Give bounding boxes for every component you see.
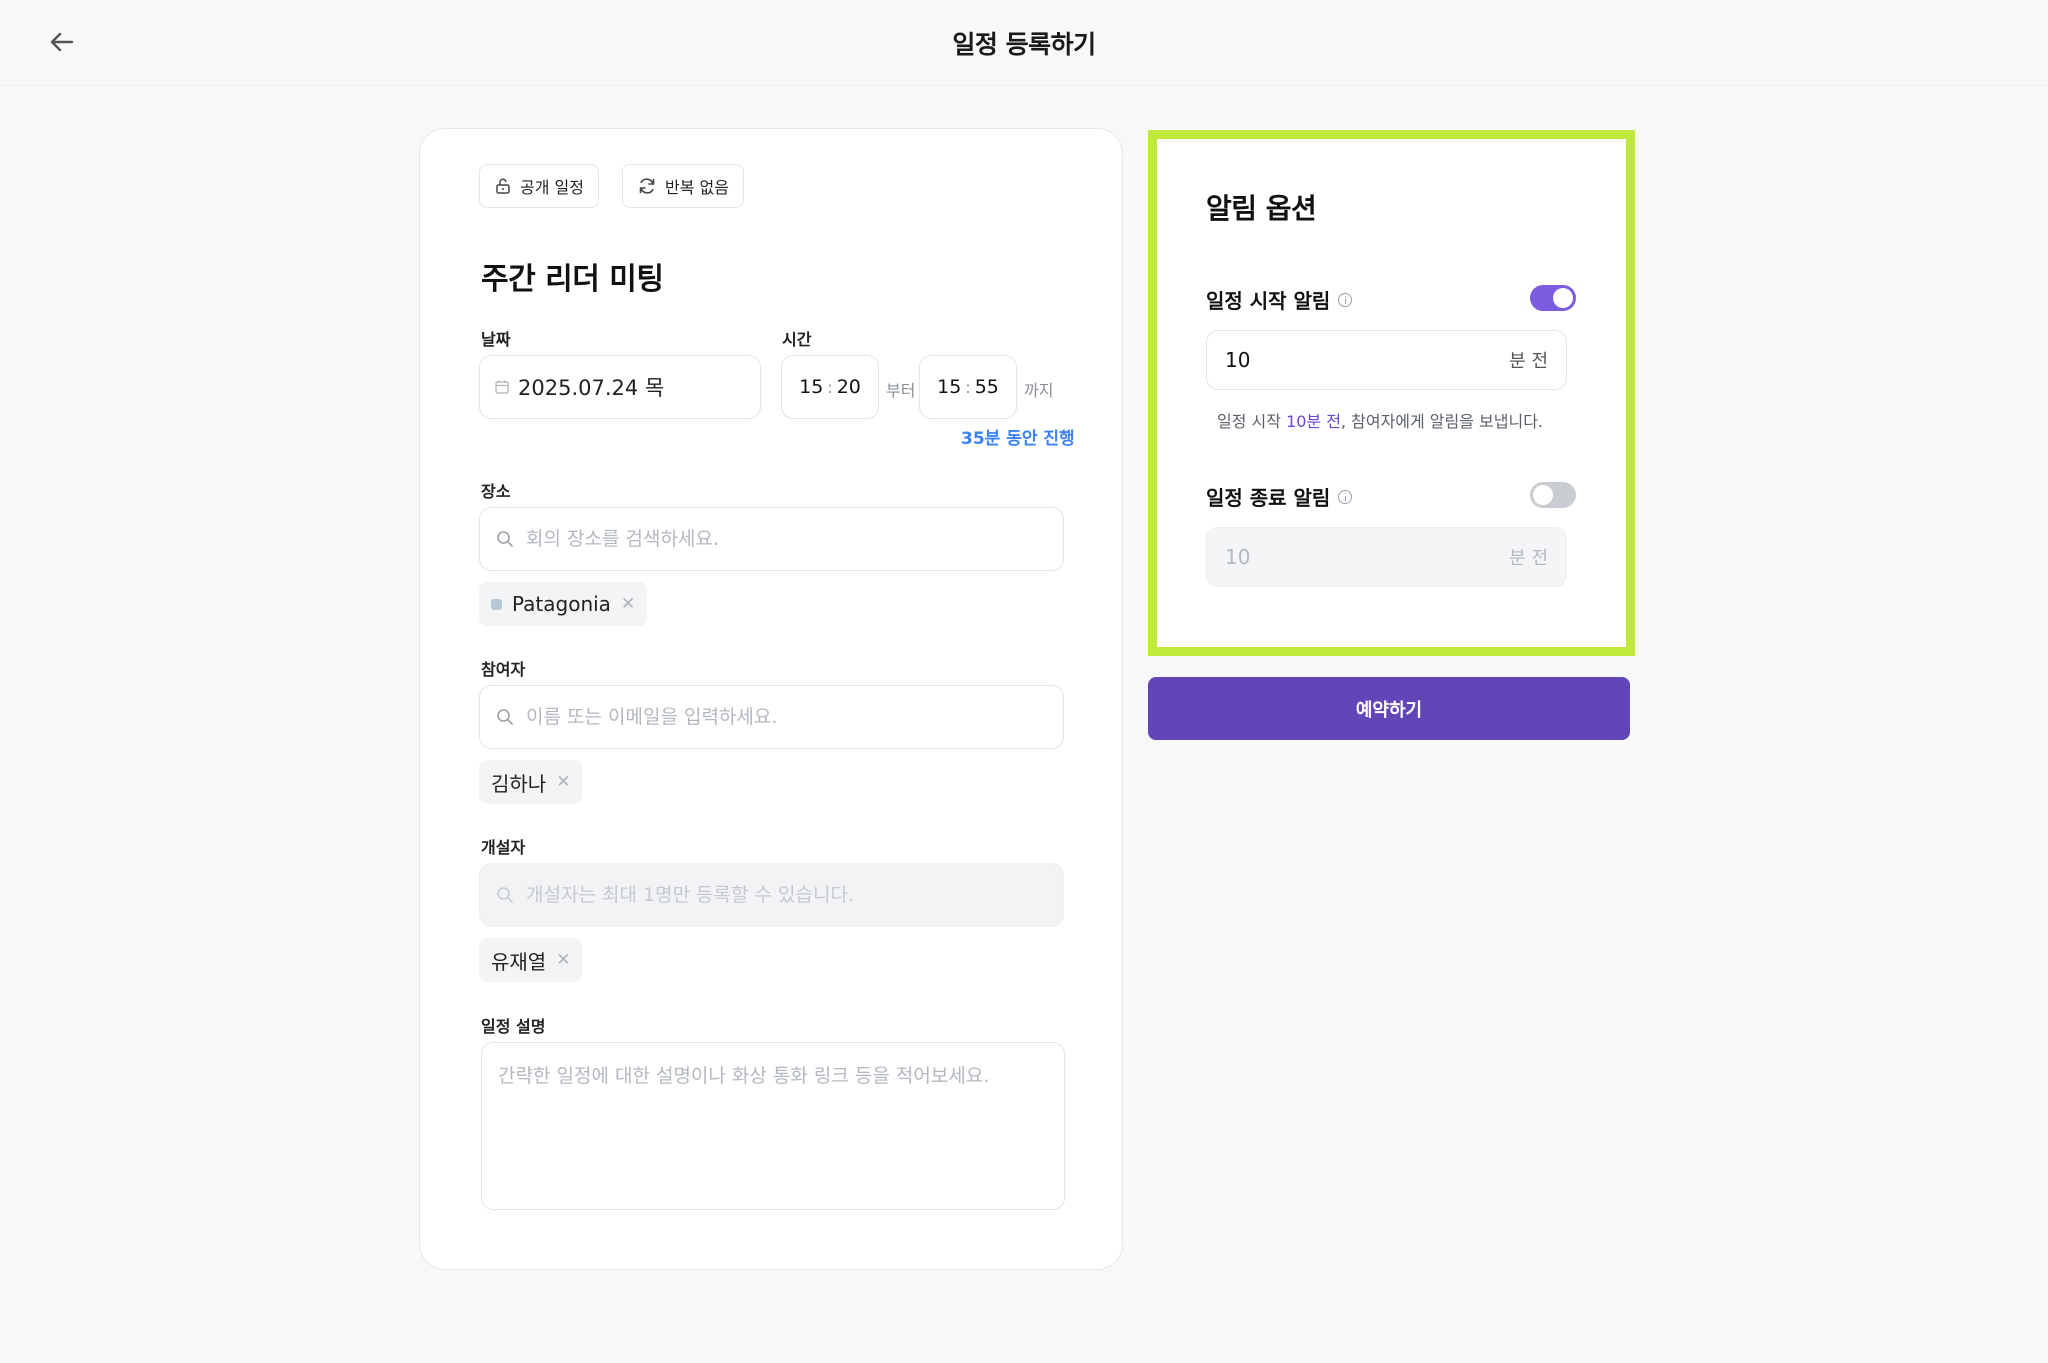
hint-suffix: , 참여자에게 알림을 보냅니다. — [1340, 412, 1544, 431]
visibility-button[interactable]: 공개 일정 — [479, 164, 599, 208]
participants-search-field — [479, 685, 1064, 749]
from-text: 부터 — [886, 381, 916, 400]
time-label: 시간 — [782, 330, 812, 349]
date-value: 2025.07.24 목 — [518, 376, 665, 400]
description-label: 일정 설명 — [481, 1017, 546, 1036]
search-icon — [497, 531, 513, 547]
end-minute: 55 — [974, 376, 999, 398]
end-alarm-unit: 분 전 — [1509, 548, 1548, 569]
description-textarea[interactable] — [481, 1042, 1065, 1210]
to-text: 까지 — [1024, 381, 1054, 400]
location-tag-label: Patagonia — [512, 592, 611, 616]
end-time-field[interactable]: 15:55 — [919, 355, 1017, 419]
info-icon[interactable] — [1338, 489, 1353, 504]
start-alarm-unit: 분 전 — [1509, 351, 1548, 372]
end-alarm-minutes: 10 — [1225, 545, 1251, 569]
location-search-field — [479, 507, 1064, 571]
alarm-title: 알림 옵션 — [1206, 192, 1317, 225]
location-tag: Patagonia ✕ — [479, 582, 648, 626]
repeat-label: 반복 없음 — [665, 178, 729, 197]
toggle-knob — [1533, 485, 1553, 505]
remove-organizer-icon[interactable]: ✕ — [556, 950, 570, 970]
event-form-card: 공개 일정 반복 없음 주간 리더 미팅 날짜 2025.07.24 목 시간 … — [419, 128, 1123, 1270]
date-field[interactable]: 2025.07.24 목 — [479, 355, 761, 419]
page-title: 일정 등록하기 — [952, 29, 1096, 59]
visibility-label: 공개 일정 — [520, 178, 584, 197]
top-header: 일정 등록하기 — [0, 0, 2048, 86]
organizer-search-input — [526, 884, 1026, 906]
repeat-button[interactable]: 반복 없음 — [622, 164, 744, 208]
calendar-icon — [495, 380, 509, 394]
hint-prefix: 일정 시작 — [1217, 412, 1287, 431]
start-time-field[interactable]: 15:20 — [781, 355, 879, 419]
info-icon[interactable] — [1338, 292, 1353, 307]
location-search-input[interactable] — [526, 528, 1026, 550]
end-alarm-minutes-field: 10 분 전 — [1206, 527, 1567, 587]
start-alarm-toggle[interactable] — [1530, 285, 1576, 311]
start-hour: 15 — [799, 376, 824, 398]
start-alarm-label: 일정 시작 알림 — [1206, 285, 1353, 314]
remove-participant-icon[interactable]: ✕ — [556, 772, 570, 792]
refresh-icon — [639, 178, 655, 194]
arrow-left-icon — [50, 32, 74, 52]
location-dot-icon — [491, 598, 502, 610]
location-label: 장소 — [481, 482, 511, 501]
start-alarm-minutes: 10 — [1225, 348, 1251, 372]
organizer-tag-label: 유재열 — [491, 949, 547, 974]
search-icon — [497, 887, 513, 903]
participant-tag: 김하나 ✕ — [479, 760, 583, 804]
time-colon: : — [965, 378, 971, 397]
end-hour: 15 — [937, 376, 962, 398]
participants-label: 참여자 — [481, 660, 526, 679]
participants-search-input[interactable] — [526, 706, 1026, 728]
end-alarm-toggle[interactable] — [1530, 482, 1576, 508]
reserve-button[interactable]: 예약하기 — [1148, 677, 1630, 740]
date-label: 날짜 — [481, 330, 511, 349]
start-alarm-hint: 일정 시작 10분 전, 참여자에게 알림을 보냅니다. — [1217, 408, 1543, 432]
start-alarm-label-text: 일정 시작 알림 — [1206, 289, 1331, 313]
alarm-options-card: 알림 옵션 일정 시작 알림 10 분 전 일정 시작 10분 전, 참여자에게… — [1148, 130, 1635, 656]
duration-text: 35분 동안 진행 — [961, 429, 1075, 449]
search-icon — [497, 709, 513, 725]
end-alarm-label: 일정 종료 알림 — [1206, 482, 1353, 511]
event-title[interactable]: 주간 리더 미팅 — [481, 254, 664, 298]
back-button[interactable] — [44, 24, 80, 60]
start-alarm-minutes-field[interactable]: 10 분 전 — [1206, 330, 1567, 390]
hint-accent: 10분 전 — [1286, 412, 1341, 431]
participant-tag-label: 김하나 — [491, 771, 547, 796]
end-alarm-label-text: 일정 종료 알림 — [1206, 486, 1331, 510]
toggle-knob — [1553, 288, 1573, 308]
organizer-label: 개설자 — [481, 838, 526, 857]
organizer-search-field — [479, 863, 1064, 927]
unlock-icon — [496, 178, 510, 194]
organizer-tag: 유재열 ✕ — [479, 938, 583, 982]
start-minute: 20 — [836, 376, 861, 398]
remove-location-icon[interactable]: ✕ — [621, 594, 635, 614]
time-colon: : — [827, 378, 833, 397]
